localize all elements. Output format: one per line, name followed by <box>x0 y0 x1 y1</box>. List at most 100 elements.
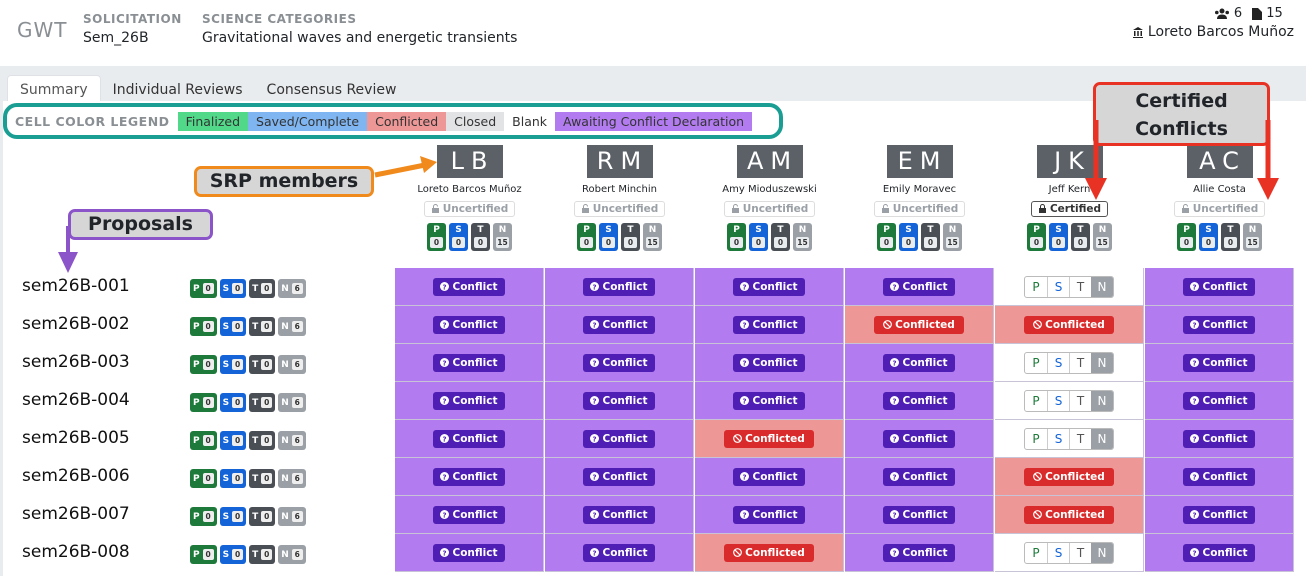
conflict-button[interactable]: ? Conflict <box>1183 315 1255 334</box>
review-cell[interactable]: PSTN <box>995 268 1144 306</box>
tab-consensus-review[interactable]: Consensus Review <box>255 76 409 102</box>
proposal-id[interactable]: sem26B-003 <box>22 352 130 372</box>
select-primary[interactable]: P <box>1025 543 1047 563</box>
pstn-selector[interactable]: PSTN <box>1024 541 1114 564</box>
select-secondary[interactable]: S <box>1047 352 1069 373</box>
review-cell[interactable]: ? Conflict <box>695 344 844 382</box>
conflict-button[interactable]: ? Conflict <box>733 277 805 296</box>
review-cell[interactable]: ? Conflict <box>395 496 544 534</box>
select-none[interactable]: N <box>1091 276 1113 297</box>
conflict-button[interactable]: ? Conflict <box>1183 391 1255 410</box>
conflict-button[interactable]: ? Conflict <box>433 429 505 448</box>
review-cell[interactable]: PSTN <box>995 344 1144 382</box>
review-cell[interactable]: ? Conflict <box>395 382 544 420</box>
pstn-selector[interactable]: PSTN <box>1024 275 1114 298</box>
conflicted-badge[interactable]: Conflicted <box>1024 315 1114 334</box>
review-cell[interactable]: ? Conflict <box>1145 344 1294 382</box>
review-cell[interactable]: ? Conflict <box>395 306 544 344</box>
review-cell[interactable]: ? Conflict <box>695 306 844 344</box>
review-cell[interactable]: Conflicted <box>695 534 844 572</box>
review-cell[interactable]: ? Conflict <box>1145 458 1294 496</box>
select-tertiary[interactable]: T <box>1069 276 1091 297</box>
review-cell[interactable]: Conflicted <box>845 306 994 344</box>
current-user[interactable]: Loreto Barcos Muñoz <box>1132 24 1294 40</box>
review-cell[interactable]: ? Conflict <box>695 382 844 420</box>
uncertified-button[interactable]: Uncertified <box>423 201 516 217</box>
conflict-button[interactable]: ? Conflict <box>583 543 655 562</box>
conflicted-badge[interactable]: Conflicted <box>1024 467 1114 486</box>
conflict-button[interactable]: ? Conflict <box>733 467 805 486</box>
conflict-button[interactable]: ? Conflict <box>883 277 955 296</box>
review-cell[interactable]: ? Conflict <box>395 534 544 572</box>
proposal-id[interactable]: sem26B-005 <box>22 428 130 448</box>
select-primary[interactable]: P <box>1025 353 1047 373</box>
pstn-selector[interactable]: PSTN <box>1024 427 1114 450</box>
review-cell[interactable]: ? Conflict <box>1145 496 1294 534</box>
tab-summary[interactable]: Summary <box>7 75 101 102</box>
uncertified-button[interactable]: Uncertified <box>573 201 666 217</box>
review-cell[interactable]: ? Conflict <box>545 458 694 496</box>
review-cell[interactable]: ? Conflict <box>845 344 994 382</box>
conflict-button[interactable]: ? Conflict <box>883 391 955 410</box>
review-cell[interactable]: Conflicted <box>995 306 1144 344</box>
conflict-button[interactable]: ? Conflict <box>433 391 505 410</box>
proposal-id[interactable]: sem26B-008 <box>22 542 130 562</box>
conflicted-badge[interactable]: Conflicted <box>1024 505 1114 524</box>
select-secondary[interactable]: S <box>1047 390 1069 411</box>
conflict-button[interactable]: ? Conflict <box>433 315 505 334</box>
conflict-button[interactable]: ? Conflict <box>1183 353 1255 372</box>
select-none[interactable]: N <box>1091 352 1113 373</box>
conflict-button[interactable]: ? Conflict <box>1183 467 1255 486</box>
review-cell[interactable]: ? Conflict <box>545 268 694 306</box>
review-cell[interactable]: ? Conflict <box>545 534 694 572</box>
review-cell[interactable]: PSTN <box>995 420 1144 458</box>
review-cell[interactable]: ? Conflict <box>845 496 994 534</box>
conflict-button[interactable]: ? Conflict <box>433 543 505 562</box>
conflict-button[interactable]: ? Conflict <box>433 353 505 372</box>
conflict-button[interactable]: ? Conflict <box>883 467 955 486</box>
conflict-button[interactable]: ? Conflict <box>733 505 805 524</box>
select-primary[interactable]: P <box>1025 429 1047 449</box>
conflicted-badge[interactable]: Conflicted <box>724 429 814 448</box>
review-cell[interactable]: ? Conflict <box>545 382 694 420</box>
conflict-button[interactable]: ? Conflict <box>733 315 805 334</box>
conflicted-badge[interactable]: Conflicted <box>874 315 964 334</box>
select-none[interactable]: N <box>1091 542 1113 563</box>
conflict-button[interactable]: ? Conflict <box>883 543 955 562</box>
review-cell[interactable]: ? Conflict <box>845 458 994 496</box>
conflict-button[interactable]: ? Conflict <box>883 429 955 448</box>
pstn-selector[interactable]: PSTN <box>1024 351 1114 374</box>
review-cell[interactable]: PSTN <box>995 382 1144 420</box>
conflict-button[interactable]: ? Conflict <box>583 353 655 372</box>
review-cell[interactable]: ? Conflict <box>545 344 694 382</box>
proposal-id[interactable]: sem26B-002 <box>22 314 130 334</box>
tab-individual-reviews[interactable]: Individual Reviews <box>101 76 255 102</box>
conflict-button[interactable]: ? Conflict <box>1183 505 1255 524</box>
select-primary[interactable]: P <box>1025 391 1047 411</box>
proposal-id[interactable]: sem26B-004 <box>22 390 130 410</box>
conflict-button[interactable]: ? Conflict <box>433 467 505 486</box>
review-cell[interactable]: ? Conflict <box>395 458 544 496</box>
review-cell[interactable]: ? Conflict <box>545 306 694 344</box>
review-cell[interactable]: ? Conflict <box>545 496 694 534</box>
proposal-id[interactable]: sem26B-007 <box>22 504 130 524</box>
review-cell[interactable]: PSTN <box>995 534 1144 572</box>
conflict-button[interactable]: ? Conflict <box>1183 543 1255 562</box>
select-secondary[interactable]: S <box>1047 542 1069 563</box>
conflict-button[interactable]: ? Conflict <box>433 505 505 524</box>
select-none[interactable]: N <box>1091 428 1113 449</box>
review-cell[interactable]: Conflicted <box>995 458 1144 496</box>
review-cell[interactable]: ? Conflict <box>845 268 994 306</box>
review-cell[interactable]: Conflicted <box>695 420 844 458</box>
review-cell[interactable]: ? Conflict <box>695 496 844 534</box>
select-none[interactable]: N <box>1091 390 1113 411</box>
conflict-button[interactable]: ? Conflict <box>583 467 655 486</box>
review-cell[interactable]: ? Conflict <box>1145 306 1294 344</box>
conflict-button[interactable]: ? Conflict <box>883 505 955 524</box>
conflict-button[interactable]: ? Conflict <box>583 429 655 448</box>
conflict-button[interactable]: ? Conflict <box>583 505 655 524</box>
review-cell[interactable]: ? Conflict <box>545 420 694 458</box>
certified-button[interactable]: Certified <box>1030 201 1109 217</box>
pstn-selector[interactable]: PSTN <box>1024 389 1114 412</box>
proposal-id[interactable]: sem26B-001 <box>22 276 130 296</box>
